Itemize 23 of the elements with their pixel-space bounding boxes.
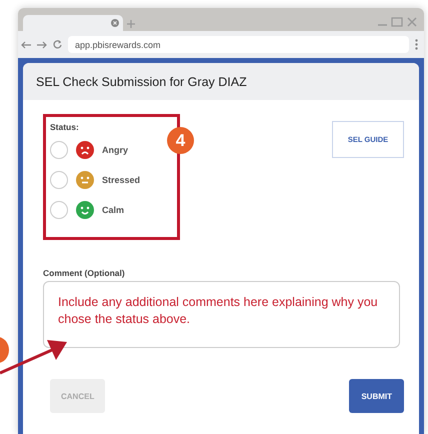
back-icon[interactable] (21, 40, 31, 48)
new-tab-icon[interactable] (127, 20, 135, 28)
radio-button[interactable] (50, 141, 68, 159)
browser-tab[interactable] (23, 15, 123, 31)
option-label: Stressed (102, 175, 140, 185)
reload-icon[interactable] (53, 40, 62, 49)
comment-label: Comment (Optional) (43, 268, 126, 278)
neutral-face-icon (76, 171, 94, 189)
frowning-face-icon (76, 141, 94, 159)
radio-button[interactable] (50, 201, 68, 219)
option-label: Calm (102, 205, 124, 215)
option-label: Angry (102, 145, 128, 155)
more-icon[interactable] (415, 39, 418, 50)
smiling-face-icon (76, 201, 94, 219)
status-label: Status: (50, 122, 80, 132)
address-bar[interactable]: app.pbisrewards.com (68, 36, 409, 53)
forward-icon[interactable] (37, 40, 47, 48)
close-icon[interactable] (111, 19, 119, 27)
dialog-title: SEL Check Submission for Gray DIAZ (23, 63, 419, 100)
comment-field[interactable]: Include any additional comments here explaining why you chose the status above. (43, 281, 400, 348)
window-controls-icon[interactable] (378, 17, 418, 27)
radio-button[interactable] (50, 171, 68, 189)
submit-button[interactable]: SUBMIT (349, 379, 404, 413)
